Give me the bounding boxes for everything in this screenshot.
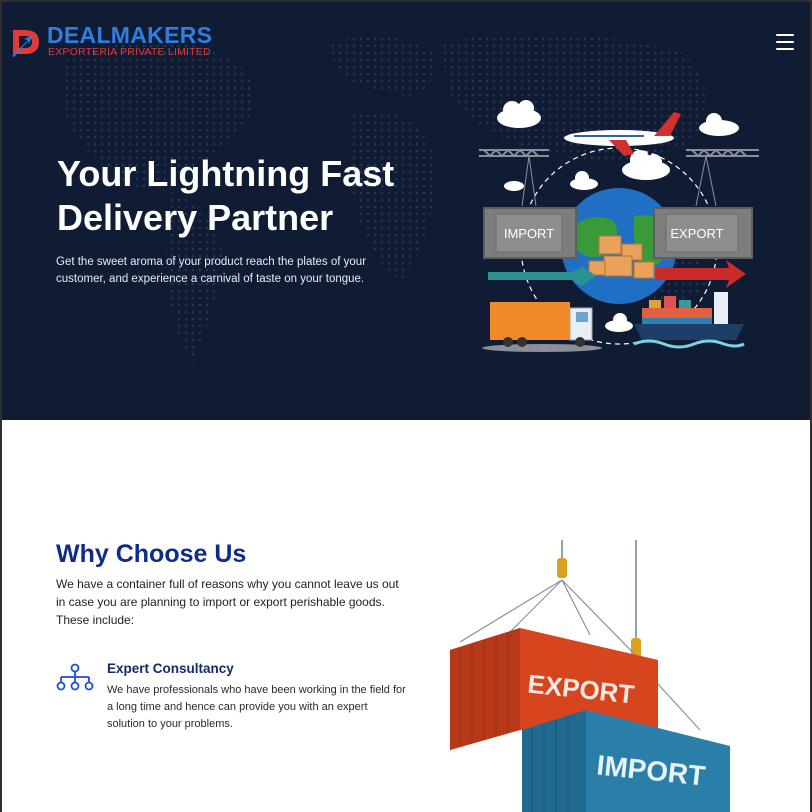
brand-subtitle: EXPORTERIA PRIVATE LIMITED <box>48 46 211 58</box>
feature-description: We have professionals who have been work… <box>107 684 406 730</box>
brand-name: DEALMAKERS <box>47 22 213 48</box>
import-container: IMPORT <box>483 207 577 259</box>
hanging-containers-illustration: EXPORT IMPORT <box>450 540 730 812</box>
brand-logo[interactable]: DEALMAKERS EXPORTERIA PRIVATE LIMITED <box>10 22 220 62</box>
page-frame: DEALMAKERS EXPORTERIA PRIVATE LIMITED Yo… <box>2 2 810 812</box>
hero-description: Get the sweet aroma of your product reac… <box>56 256 367 285</box>
svg-text:EXPORT: EXPORT <box>670 226 723 241</box>
why-choose-us-description: We have a container full of reasons why … <box>56 577 399 627</box>
truck-icon <box>482 302 602 352</box>
sitemap-icon <box>56 663 94 691</box>
hero-title: Your Lightning Fast Delivery Partner <box>57 153 395 238</box>
hamburger-menu-icon[interactable] <box>776 34 794 50</box>
cargo-ship-icon <box>633 292 745 349</box>
import-arrow-icon <box>488 266 596 286</box>
export-container: EXPORT <box>653 207 753 259</box>
why-choose-us-title: Why Choose Us <box>56 540 247 568</box>
hero-section: DEALMAKERS EXPORTERIA PRIVATE LIMITED Yo… <box>2 2 810 420</box>
airplane-icon <box>564 112 681 156</box>
logo-icon <box>12 30 39 57</box>
feature-title: Expert Consultancy <box>107 661 234 676</box>
import-container-crate: IMPORT <box>522 710 730 812</box>
svg-text:IMPORT: IMPORT <box>504 226 554 241</box>
logistics-illustration: IMPORT EXPORT <box>479 100 759 352</box>
